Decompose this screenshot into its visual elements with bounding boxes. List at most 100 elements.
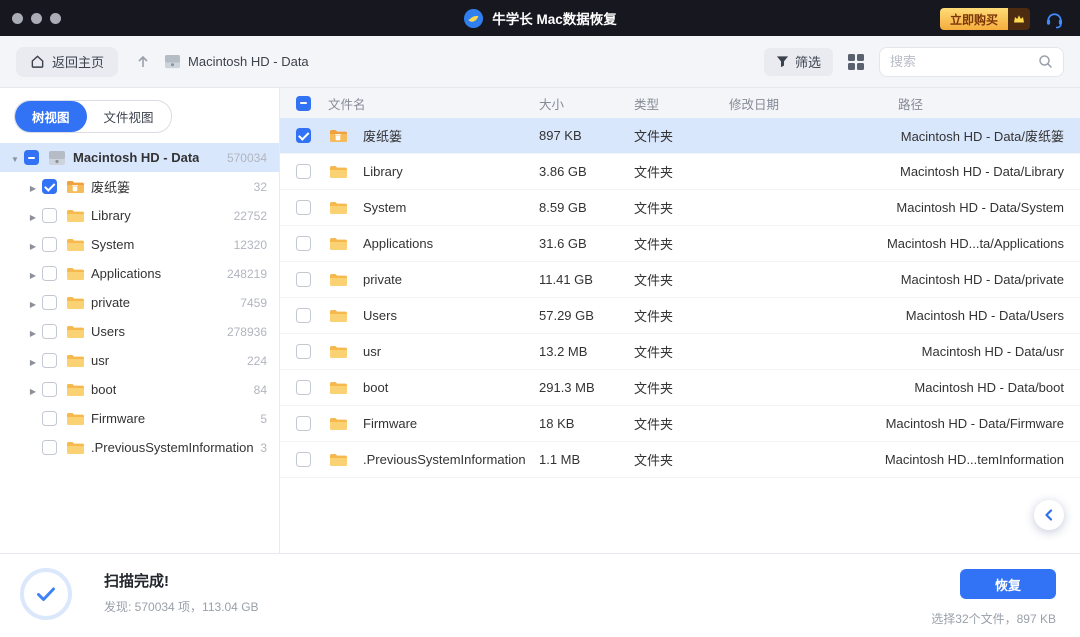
file-row[interactable]: 废纸篓897 KB文件夹Macintosh HD - Data/废纸篓	[280, 118, 1080, 154]
tree-item-label: Macintosh HD - Data	[73, 150, 199, 165]
expand-arrow-icon[interactable]	[26, 324, 40, 339]
buy-now-button[interactable]: 立即购买	[940, 8, 1030, 30]
row-checkbox[interactable]	[296, 344, 311, 359]
tree-item[interactable]: Firmware5	[0, 404, 279, 433]
tree-item-label: Firmware	[91, 411, 145, 426]
recover-button[interactable]: 恢复	[960, 569, 1056, 599]
window-controls[interactable]	[12, 13, 61, 24]
tree-checkbox[interactable]	[24, 150, 39, 165]
tree-item[interactable]: System12320	[0, 230, 279, 259]
support-headset-icon[interactable]	[1042, 7, 1066, 31]
expand-arrow-icon[interactable]	[26, 295, 40, 310]
tree-item[interactable]: usr224	[0, 346, 279, 375]
back-home-button[interactable]: 返回主页	[16, 47, 118, 77]
zoom-window-icon[interactable]	[50, 13, 61, 24]
row-checkbox[interactable]	[296, 416, 311, 431]
tree-item[interactable]: Macintosh HD - Data 570034	[0, 143, 279, 172]
scan-status-title: 扫描完成!	[104, 570, 259, 591]
tree-checkbox[interactable]	[42, 382, 57, 397]
folder-icon	[65, 266, 85, 281]
file-type: 文件夹	[620, 306, 715, 325]
file-type: 文件夹	[620, 162, 715, 181]
file-type: 文件夹	[620, 270, 715, 289]
file-row[interactable]: Applications31.6 GB文件夹Macintosh HD...ta/…	[280, 226, 1080, 262]
tree-checkbox[interactable]	[42, 324, 57, 339]
folder-icon	[328, 308, 348, 323]
tree-checkbox[interactable]	[42, 353, 57, 368]
header-path[interactable]: 路径	[870, 94, 1080, 113]
tab-tree-view[interactable]: 树视图	[15, 101, 87, 132]
tree-checkbox[interactable]	[42, 411, 57, 426]
tab-file-view[interactable]: 文件视图	[87, 101, 171, 132]
select-all-checkbox[interactable]	[296, 96, 311, 111]
crown-icon	[1008, 8, 1030, 30]
tree-checkbox[interactable]	[42, 208, 57, 223]
row-checkbox[interactable]	[296, 272, 311, 287]
header-size[interactable]: 大小	[525, 94, 620, 113]
tree-item[interactable]: Applications248219	[0, 259, 279, 288]
drive-icon	[164, 54, 181, 69]
row-checkbox[interactable]	[296, 200, 311, 215]
breadcrumb-label: Macintosh HD - Data	[188, 54, 309, 69]
file-path: Macintosh HD - Data/usr	[870, 344, 1080, 359]
expand-arrow-icon[interactable]	[26, 237, 40, 252]
file-row[interactable]: private11.41 GB文件夹Macintosh HD - Data/pr…	[280, 262, 1080, 298]
file-row[interactable]: Users57.29 GB文件夹Macintosh HD - Data/User…	[280, 298, 1080, 334]
row-checkbox[interactable]	[296, 236, 311, 251]
row-checkbox[interactable]	[296, 128, 311, 143]
grid-view-icon[interactable]	[847, 53, 865, 71]
file-row[interactable]: Library3.86 GB文件夹Macintosh HD - Data/Lib…	[280, 154, 1080, 190]
tree-item[interactable]: Library22752	[0, 201, 279, 230]
tree-item[interactable]: .PreviousSystemInformation3	[0, 433, 279, 462]
row-checkbox[interactable]	[296, 308, 311, 323]
expand-arrow-icon[interactable]	[26, 353, 40, 368]
tree-item-count: 84	[249, 383, 267, 397]
expand-arrow-icon[interactable]	[26, 179, 40, 194]
tree-item-label: Applications	[91, 266, 161, 281]
tree-item[interactable]: private7459	[0, 288, 279, 317]
tree-checkbox[interactable]	[42, 295, 57, 310]
tree-checkbox[interactable]	[42, 237, 57, 252]
file-row[interactable]: boot291.3 MB文件夹Macintosh HD - Data/boot	[280, 370, 1080, 406]
close-window-icon[interactable]	[12, 13, 23, 24]
file-row[interactable]: .PreviousSystemInformation1.1 MB文件夹Macin…	[280, 442, 1080, 478]
tree-item[interactable]: boot84	[0, 375, 279, 404]
header-date[interactable]: 修改日期	[715, 94, 870, 113]
filter-button[interactable]: 筛选	[764, 48, 833, 76]
file-type: 文件夹	[620, 234, 715, 253]
search-box[interactable]	[879, 47, 1064, 77]
tree-checkbox[interactable]	[42, 266, 57, 281]
expand-arrow-icon[interactable]	[26, 208, 40, 223]
file-size: 18 KB	[525, 416, 620, 431]
collapse-panel-button[interactable]	[1034, 500, 1064, 530]
row-checkbox[interactable]	[296, 380, 311, 395]
search-input[interactable]	[890, 54, 1038, 69]
magnifier-icon[interactable]	[1038, 54, 1053, 69]
minimize-window-icon[interactable]	[31, 13, 42, 24]
expand-arrow-icon[interactable]	[26, 266, 40, 281]
tree-item-label: .PreviousSystemInformation	[91, 440, 254, 455]
header-filename[interactable]: 文件名	[324, 94, 525, 113]
header-type[interactable]: 类型	[620, 94, 715, 113]
file-row[interactable]: usr13.2 MB文件夹Macintosh HD - Data/usr	[280, 334, 1080, 370]
expand-arrow-icon[interactable]	[8, 150, 22, 165]
check-circle-icon	[20, 568, 72, 620]
file-row[interactable]: System8.59 GB文件夹Macintosh HD - Data/Syst…	[280, 190, 1080, 226]
file-size: 1.1 MB	[525, 452, 620, 467]
tree-item[interactable]: 废纸篓32	[0, 172, 279, 201]
file-row[interactable]: Firmware18 KB文件夹Macintosh HD - Data/Firm…	[280, 406, 1080, 442]
row-checkbox[interactable]	[296, 164, 311, 179]
arrow-up-icon[interactable]	[136, 55, 150, 69]
app-logo-icon	[463, 8, 484, 29]
tree-item[interactable]: Users278936	[0, 317, 279, 346]
tree-item-count: 570034	[222, 151, 267, 165]
file-type: 文件夹	[620, 198, 715, 217]
file-name: boot	[363, 380, 388, 395]
tree-checkbox[interactable]	[42, 179, 57, 194]
expand-arrow-icon[interactable]	[26, 382, 40, 397]
back-home-label: 返回主页	[52, 52, 104, 71]
file-name: Library	[363, 164, 403, 179]
row-checkbox[interactable]	[296, 452, 311, 467]
file-name: private	[363, 272, 402, 287]
tree-checkbox[interactable]	[42, 440, 57, 455]
